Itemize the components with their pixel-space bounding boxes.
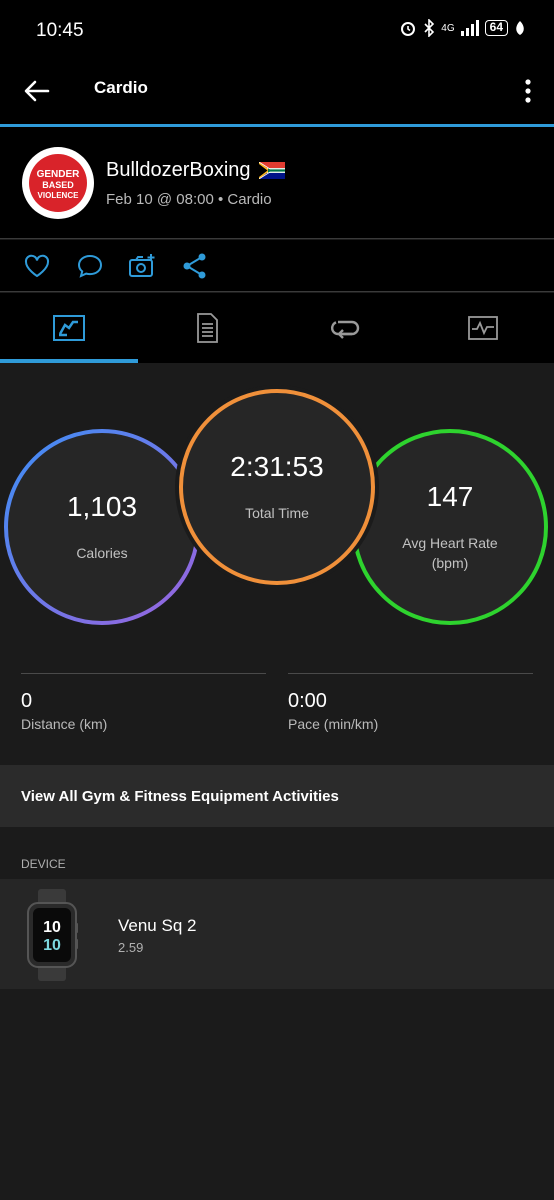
camera-add-icon[interactable]	[128, 252, 156, 280]
tab-bar	[0, 293, 554, 363]
device-card[interactable]: 10 10 Venu Sq 2 2.59	[0, 879, 554, 989]
watch-icon: 10 10	[27, 889, 78, 981]
activity-meta: Feb 10 @ 08:00 • Cardio	[106, 191, 272, 208]
back-arrow-icon[interactable]	[22, 76, 52, 106]
device-section-label: DEVICE	[21, 857, 66, 871]
total-time-metric: 2:31:53 Total Time	[185, 395, 369, 579]
share-icon[interactable]	[181, 252, 209, 280]
more-options-icon[interactable]	[520, 76, 536, 106]
total-time-label: Total Time	[245, 505, 309, 521]
view-all-label[interactable]: View All Gym & Fitness Equipment Activit…	[21, 788, 339, 805]
device-name[interactable]: Venu Sq 2	[118, 916, 196, 936]
user-name-text[interactable]: BulldozerBoxing	[106, 159, 251, 182]
total-time-value: 2:31:53	[230, 451, 324, 482]
heart-rate-value: 147	[426, 481, 474, 512]
app-bar: Cardio	[0, 64, 554, 124]
bluetooth-icon	[424, 19, 435, 37]
activity-header: GENDER BASED VIOLENCE BulldozerBoxing Fe…	[0, 127, 554, 239]
network-type: 4G	[441, 22, 455, 34]
status-time: 10:45	[36, 20, 84, 41]
page-title: Cardio	[94, 78, 148, 97]
alarm-icon	[401, 22, 416, 36]
heart-rate-metric: 147 Avg Heart Rate (bpm)	[358, 435, 542, 619]
status-icons: 4G 64	[399, 19, 526, 37]
summary-icon	[53, 315, 85, 341]
activity-date: Feb 10 @ 08:00	[106, 191, 214, 208]
south-africa-flag-icon	[258, 162, 285, 179]
calories-label: Calories	[76, 545, 128, 561]
heart-rate-label-text: Avg Heart Rate	[402, 535, 498, 551]
view-all-gym-activities[interactable]: View All Gym & Fitness Equipment Activit…	[0, 765, 554, 827]
distance-value: 0	[21, 690, 33, 712]
active-tab-indicator	[0, 359, 138, 363]
signal-icon	[460, 20, 479, 36]
svg-text:BASED: BASED	[42, 180, 74, 190]
tab-laps[interactable]	[276, 293, 414, 363]
pace-value: 0:00	[288, 690, 327, 712]
battery-indicator: 64	[484, 20, 508, 36]
watch-face-minute: 10	[43, 937, 61, 954]
calories-metric: 1,103 Calories	[10, 435, 194, 619]
distance-divider	[21, 673, 266, 674]
comment-icon[interactable]	[76, 252, 104, 280]
user-name[interactable]: BulldozerBoxing	[106, 159, 285, 182]
pace-divider	[288, 673, 533, 674]
heart-rate-label: Avg Heart Rate (bpm)	[402, 533, 497, 573]
avatar[interactable]: GENDER BASED VIOLENCE	[22, 147, 94, 219]
pace-label: Pace (min/km)	[288, 716, 379, 732]
laps-icon	[330, 320, 360, 339]
svg-text:VIOLENCE: VIOLENCE	[38, 191, 80, 200]
chart-icon	[468, 316, 498, 340]
status-bar: 10:45 4G 64	[0, 0, 554, 64]
calories-value: 1,103	[66, 491, 138, 522]
heart-rate-unit: (bpm)	[431, 555, 469, 571]
action-row	[0, 240, 554, 292]
tab-summary[interactable]	[0, 293, 138, 363]
watch-face-hour: 10	[43, 919, 61, 936]
tab-charts[interactable]	[414, 293, 552, 363]
distance-label: Distance (km)	[21, 716, 108, 732]
gbv-logo-icon: GENDER BASED VIOLENCE	[23, 148, 93, 218]
details-icon	[197, 313, 218, 343]
meta-separator: •	[217, 191, 228, 208]
device-version: 2.59	[118, 940, 144, 955]
heart-icon[interactable]	[23, 252, 51, 280]
svg-text:GENDER: GENDER	[37, 169, 81, 180]
activity-type: Cardio	[227, 191, 272, 208]
leaf-icon	[516, 21, 524, 35]
tab-details[interactable]	[138, 293, 276, 363]
